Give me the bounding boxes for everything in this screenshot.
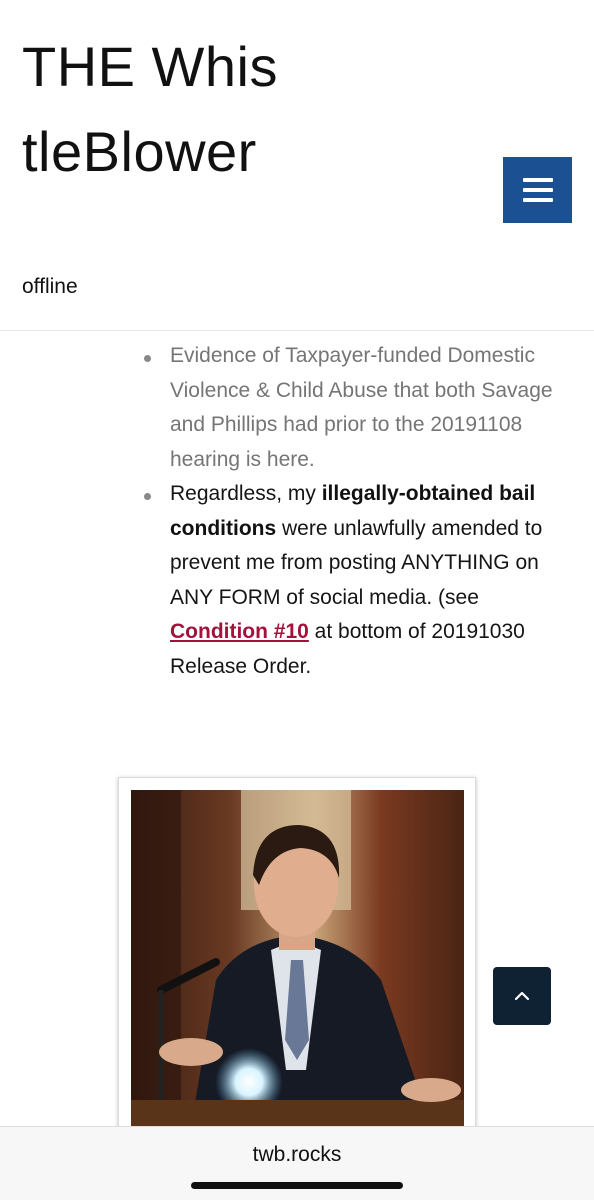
site-header: THE WhistleBlower offline: [0, 0, 594, 331]
list-item: Regardless, my illegally-obtained bail c…: [140, 477, 570, 684]
bullet-text: Evidence of Taxpayer-funded Domestic Vio…: [170, 344, 553, 471]
bullet-text-pre: Regardless, my: [170, 482, 322, 505]
menu-button[interactable]: [503, 157, 572, 223]
site-title[interactable]: THE WhistleBlower: [22, 24, 282, 194]
list-item: Evidence of Taxpayer-funded Domestic Vio…: [140, 339, 570, 477]
browser-address-bar: twb.rocks: [0, 1126, 594, 1200]
url-label[interactable]: twb.rocks: [0, 1143, 594, 1167]
site-tagline: offline: [22, 275, 78, 298]
chevron-up-icon: [514, 991, 530, 1001]
bullet-list: Evidence of Taxpayer-funded Domestic Vio…: [140, 339, 570, 684]
speaker-photo: [131, 790, 464, 1126]
condition-10-link[interactable]: Condition #10: [170, 620, 309, 643]
home-indicator[interactable]: [191, 1182, 403, 1189]
photo-card: [118, 777, 476, 1137]
scroll-to-top-button[interactable]: [493, 967, 551, 1025]
